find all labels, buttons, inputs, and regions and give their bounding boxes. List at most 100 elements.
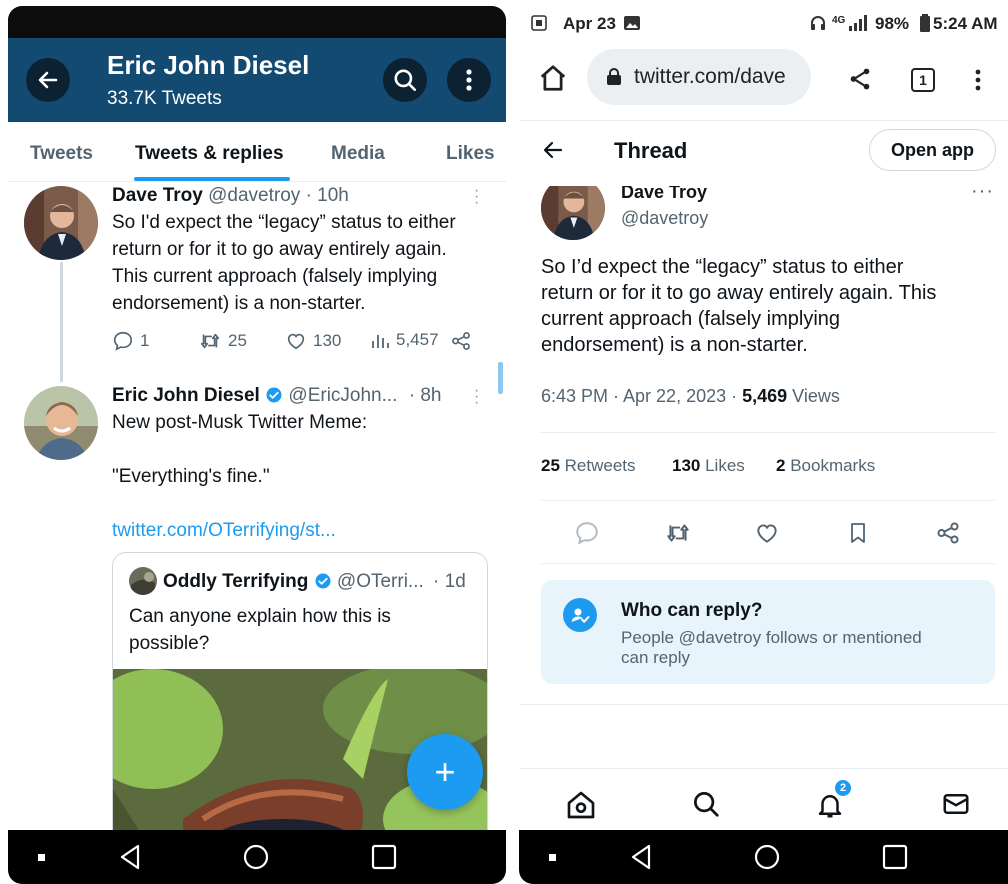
share-action[interactable] xyxy=(450,330,472,352)
tweet-more-icon[interactable]: · · · xyxy=(474,183,480,211)
tweet-body: So I’d expect the “legacy” status to eit… xyxy=(541,256,937,356)
likes-stat[interactable]: 130 Likes xyxy=(672,456,745,476)
more-horizontal-icon[interactable]: ··· xyxy=(971,186,994,203)
retweet-count: 25 xyxy=(228,331,247,350)
retweets-stat[interactable]: 25 Retweets xyxy=(541,456,636,476)
tweet-body: So I'd expect the “legacy” status to eit… xyxy=(112,212,456,314)
left-phone-screen: Eric John Diesel 33.7K Tweets Tweets Twe… xyxy=(8,6,506,884)
search-icon[interactable] xyxy=(691,789,721,819)
divider xyxy=(541,500,995,501)
divider xyxy=(541,432,995,433)
tweet-author-row: Dave Troy @davetroy ··· xyxy=(519,186,1008,242)
browser-divider xyxy=(519,120,1008,121)
headset-icon xyxy=(811,16,825,30)
tweet-link[interactable]: twitter.com/OTerrifying/st... xyxy=(112,517,336,544)
quoted-text: Can anyone explain how this is xyxy=(129,606,391,627)
divider xyxy=(541,563,995,564)
who-can-reply-text: People @davetroy follows or mentioned ca… xyxy=(621,628,922,667)
tweet-time: · 8h xyxy=(408,385,442,406)
who-can-reply-title: Who can reply? xyxy=(621,600,763,621)
like-action[interactable]: 130 xyxy=(285,330,341,352)
views-action[interactable]: 5,457 xyxy=(370,330,439,350)
mail-icon[interactable] xyxy=(941,789,971,819)
notification-icons xyxy=(531,15,547,31)
home-icon[interactable] xyxy=(565,789,597,821)
analytics-icon xyxy=(372,335,389,348)
status-bar: Apr 23 4G 98% 5:24 AM xyxy=(519,6,1008,40)
verified-badge-icon xyxy=(315,573,331,589)
author-name[interactable]: Dave Troy xyxy=(621,186,707,203)
like-count: 130 xyxy=(313,331,342,350)
plus-icon: + xyxy=(434,751,456,792)
views-count: 5,469 xyxy=(742,386,788,406)
share-icon[interactable] xyxy=(847,66,873,92)
twitter-bottom-nav xyxy=(519,768,1008,832)
network-type: 4G xyxy=(832,15,846,26)
open-app-button[interactable]: Open app xyxy=(869,129,996,171)
share-icon xyxy=(452,332,470,350)
tweet-header: Dave Troy @davetroy · 10h xyxy=(112,182,349,209)
right-phone-screen: Apr 23 4G 98% 5:24 AM twitter.com/dave 1… xyxy=(519,6,1008,884)
quoted-text: possible? xyxy=(129,633,210,654)
author-handle[interactable]: @davetroy xyxy=(621,208,708,229)
gallery-icon xyxy=(624,16,640,30)
tweet-more-icon[interactable]: · · · xyxy=(474,383,480,411)
thread-title: Thread xyxy=(614,138,688,163)
search-button[interactable] xyxy=(383,58,427,102)
tab-media[interactable]: Media xyxy=(331,143,385,165)
more-vertical-icon[interactable] xyxy=(974,68,982,92)
verified-badge-icon xyxy=(266,387,282,403)
avatar-dave-troy[interactable] xyxy=(541,186,605,240)
reply-count: 1 xyxy=(140,331,150,350)
tab-tweets-and-replies[interactable]: Tweets & replies xyxy=(135,143,284,165)
tab-likes[interactable]: Likes xyxy=(446,143,495,165)
user-check-icon xyxy=(563,598,597,632)
back-button[interactable] xyxy=(26,58,70,102)
home-icon[interactable] xyxy=(538,63,568,93)
compose-tweet-button[interactable]: + xyxy=(407,734,483,810)
views-count: 5,457 xyxy=(396,330,439,349)
bookmark-icon[interactable] xyxy=(846,520,870,546)
url-text: twitter.com/dave xyxy=(634,65,786,88)
status-time: 5:24 AM xyxy=(933,14,998,33)
author-handle[interactable]: @davetroy xyxy=(208,185,300,206)
address-bar[interactable]: twitter.com/dave xyxy=(587,49,811,105)
tweet-timestamp: 6:43 PM · Apr 22, 2023 · 5,469 Views xyxy=(541,386,840,406)
signal-icon xyxy=(849,15,867,31)
divider xyxy=(519,704,1008,705)
status-bar xyxy=(8,6,506,38)
tab-switcher-button[interactable]: 1 xyxy=(911,68,935,92)
android-nav-icons xyxy=(38,844,397,870)
quoted-handle: @OTerri... xyxy=(336,571,424,592)
avatar-dave-troy[interactable] xyxy=(24,186,98,260)
reply-icon[interactable] xyxy=(574,520,600,546)
android-nav-bar xyxy=(519,830,1008,884)
tweet-line: "Everything's fine." xyxy=(112,466,270,487)
search-icon xyxy=(394,69,417,92)
tweet-count: 33.7K Tweets xyxy=(107,88,222,109)
quoted-avatar xyxy=(129,567,157,595)
avatar-eric-john-diesel[interactable] xyxy=(24,386,98,460)
quoted-author-name: Oddly Terrifying xyxy=(163,571,309,592)
share-icon[interactable] xyxy=(935,520,961,546)
heart-icon xyxy=(287,333,305,350)
retweet-icon[interactable] xyxy=(664,520,692,546)
reply-icon xyxy=(113,331,133,351)
bookmarks-stat[interactable]: 2 Bookmarks xyxy=(776,456,875,476)
profile-tabs: Tweets Tweets & replies Media Likes xyxy=(8,122,506,182)
arrow-left-icon[interactable] xyxy=(541,138,565,162)
author-name[interactable]: Dave Troy xyxy=(112,185,203,206)
retweet-action[interactable]: 25 xyxy=(198,330,247,352)
lock-icon xyxy=(607,68,621,85)
battery-icon xyxy=(920,14,930,32)
reply-action[interactable]: 1 xyxy=(112,330,149,352)
tab-tweets[interactable]: Tweets xyxy=(30,143,93,165)
more-options-button[interactable] xyxy=(447,58,491,102)
more-vertical-icon xyxy=(466,69,472,91)
author-name[interactable]: Eric John Diesel xyxy=(112,385,260,406)
scrollbar-indicator[interactable] xyxy=(498,362,503,394)
quoted-time: · 1d xyxy=(433,571,466,592)
heart-icon[interactable] xyxy=(754,520,780,546)
author-handle[interactable]: @EricJohn... xyxy=(288,385,397,406)
android-nav-bar xyxy=(8,830,506,884)
